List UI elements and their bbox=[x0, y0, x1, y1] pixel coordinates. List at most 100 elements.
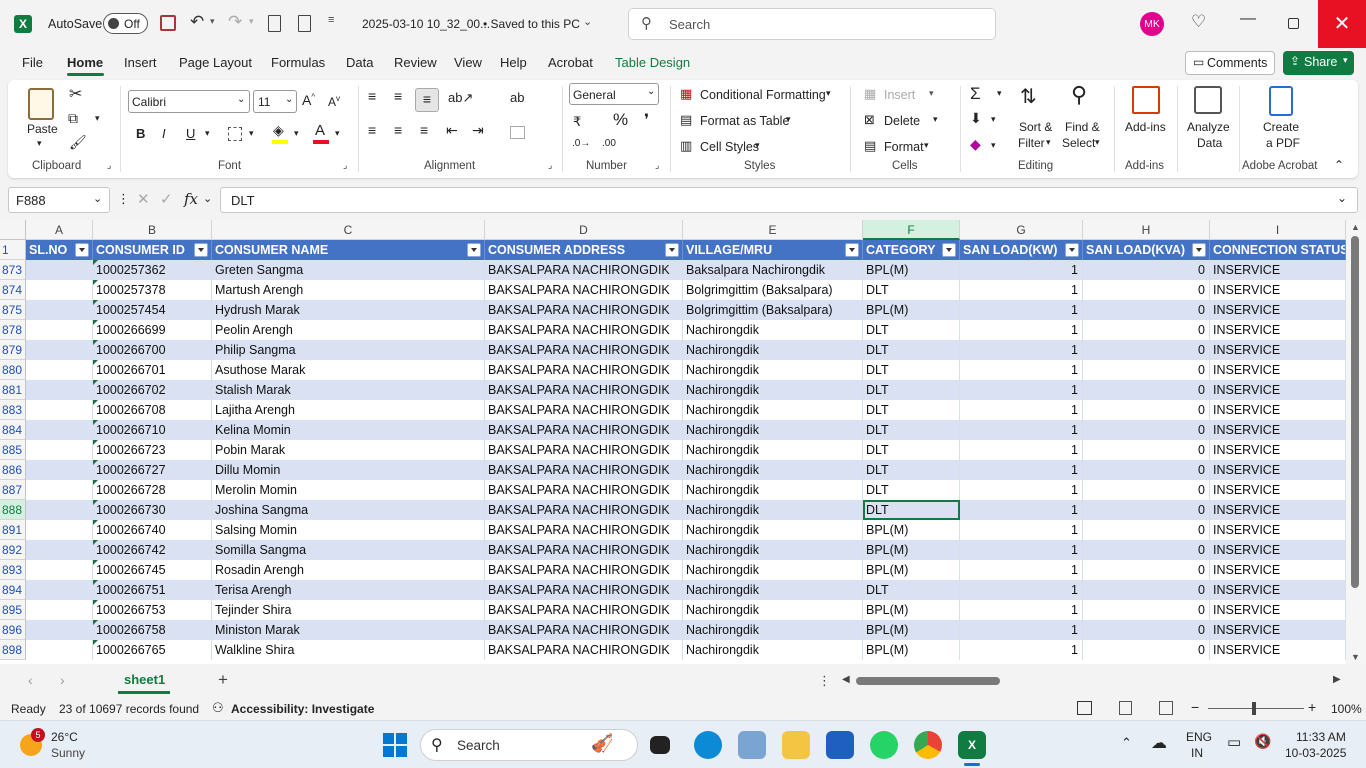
table-cell-name[interactable]: Pobin Marak bbox=[212, 440, 485, 460]
table-cell-name[interactable]: Somilla Sangma bbox=[212, 540, 485, 560]
table-cell-addr[interactable]: BAKSALPARA NACHIRONGDIK bbox=[485, 260, 683, 280]
table-cell-sl[interactable] bbox=[26, 480, 93, 500]
table-cell-addr[interactable]: BAKSALPARA NACHIRONGDIK bbox=[485, 400, 683, 420]
underline-chevron-icon[interactable]: ▾ bbox=[205, 128, 210, 139]
table-cell-kva[interactable]: 0 bbox=[1083, 280, 1210, 300]
table-cell-kw[interactable]: 1 bbox=[960, 380, 1083, 400]
table-cell-id[interactable]: 1000266751 bbox=[93, 580, 212, 600]
accessibility-icon[interactable]: ⚇ bbox=[212, 700, 224, 716]
cell-styles-button[interactable]: Cell Styles bbox=[700, 140, 759, 154]
tab-data[interactable]: Data bbox=[346, 55, 373, 70]
avatar[interactable]: MK bbox=[1140, 12, 1164, 36]
column-header-d[interactable]: D bbox=[485, 220, 683, 240]
table-cell-name[interactable]: Walkline Shira bbox=[212, 640, 485, 660]
table-header-cell[interactable]: VILLAGE/MRU bbox=[683, 240, 863, 260]
table-cell-name[interactable]: Greten Sangma bbox=[212, 260, 485, 280]
task-view-icon[interactable] bbox=[650, 736, 670, 754]
table-cell-status[interactable]: INSERVICE bbox=[1210, 360, 1346, 380]
font-name-select[interactable]: Calibri ⌄ bbox=[128, 90, 250, 113]
whatsapp-icon[interactable] bbox=[870, 731, 898, 759]
orientation-icon[interactable]: ab↗ bbox=[448, 90, 473, 106]
table-cell-name[interactable]: Ministon Marak bbox=[212, 620, 485, 640]
tab-view[interactable]: View bbox=[454, 55, 482, 70]
conditional-formatting-icon[interactable]: ▦ bbox=[680, 86, 692, 102]
table-cell-addr[interactable]: BAKSALPARA NACHIRONGDIK bbox=[485, 460, 683, 480]
column-header-b[interactable]: B bbox=[93, 220, 212, 240]
language-line2[interactable]: IN bbox=[1191, 746, 1203, 760]
weather-desc[interactable]: Sunny bbox=[51, 746, 85, 760]
sort-filter-label-1[interactable]: Sort & bbox=[1019, 120, 1052, 134]
clear-icon[interactable]: ◆ bbox=[970, 136, 981, 153]
page-layout-view-icon[interactable] bbox=[1119, 701, 1132, 715]
row-header[interactable]: 881 bbox=[0, 380, 26, 400]
add-sheet-icon[interactable]: + bbox=[218, 670, 228, 690]
table-cell-cat[interactable]: DLT bbox=[863, 340, 960, 360]
table-cell-kva[interactable]: 0 bbox=[1083, 360, 1210, 380]
table-cell-name[interactable]: Rosadin Arengh bbox=[212, 560, 485, 580]
table-cell-id[interactable]: 1000266745 bbox=[93, 560, 212, 580]
table-cell-village[interactable]: Nachirongdik bbox=[683, 540, 863, 560]
table-cell-kva[interactable]: 0 bbox=[1083, 400, 1210, 420]
table-cell-sl[interactable] bbox=[26, 500, 93, 520]
formula-input[interactable]: DLT ⌄ bbox=[220, 187, 1358, 213]
align-left-icon[interactable]: ≡ bbox=[368, 122, 376, 138]
taskbar-search-box[interactable]: ⚲ Search 🎻 bbox=[420, 729, 638, 761]
table-cell-sl[interactable] bbox=[26, 620, 93, 640]
format-as-table-icon[interactable]: ▤ bbox=[680, 112, 692, 128]
table-cell-kw[interactable]: 1 bbox=[960, 400, 1083, 420]
table-cell-cat[interactable]: BPL(M) bbox=[863, 260, 960, 280]
font-color-icon[interactable]: A bbox=[315, 122, 325, 139]
zoom-out-icon[interactable]: − bbox=[1191, 699, 1199, 715]
row-header[interactable]: 1 bbox=[0, 240, 26, 260]
table-cell-village[interactable]: Bolgrimgittim (Baksalpara) bbox=[683, 300, 863, 320]
table-cell-sl[interactable] bbox=[26, 300, 93, 320]
redo-dropdown-icon[interactable]: ▾ bbox=[249, 16, 254, 27]
align-top-icon[interactable]: ≡ bbox=[368, 88, 376, 104]
sort-filter-label-2[interactable]: Filter bbox=[1018, 136, 1045, 150]
zoom-level[interactable]: 100% bbox=[1331, 702, 1362, 716]
number-format-select[interactable]: General ⌄ bbox=[569, 83, 659, 105]
clock-date[interactable]: 10-03-2025 bbox=[1285, 746, 1346, 760]
cloud-icon[interactable]: ☁ bbox=[1151, 733, 1167, 753]
table-cell-id[interactable]: 1000266699 bbox=[93, 320, 212, 340]
table-cell-kva[interactable]: 0 bbox=[1083, 260, 1210, 280]
filter-dropdown-icon[interactable] bbox=[665, 243, 679, 257]
table-cell-kw[interactable]: 1 bbox=[960, 420, 1083, 440]
table-cell-kva[interactable]: 0 bbox=[1083, 440, 1210, 460]
tab-table-design[interactable]: Table Design bbox=[615, 55, 690, 70]
table-cell-sl[interactable] bbox=[26, 400, 93, 420]
chevron-down-icon[interactable]: ⌄ bbox=[583, 15, 592, 28]
scroll-left-icon[interactable]: ◀ bbox=[842, 674, 850, 685]
table-cell-kva[interactable]: 0 bbox=[1083, 560, 1210, 580]
file-explorer-icon[interactable] bbox=[782, 731, 810, 759]
table-cell-village[interactable]: Nachirongdik bbox=[683, 500, 863, 520]
more-options-icon[interactable]: ⋮ bbox=[117, 191, 130, 207]
conditional-formatting-button[interactable]: Conditional Formatting bbox=[700, 88, 826, 102]
table-cell-status[interactable]: INSERVICE bbox=[1210, 420, 1346, 440]
tab-formulas[interactable]: Formulas bbox=[271, 55, 325, 70]
borders-icon[interactable] bbox=[228, 127, 242, 141]
table-cell-sl[interactable] bbox=[26, 280, 93, 300]
table-cell-name[interactable]: Lajitha Arengh bbox=[212, 400, 485, 420]
table-cell-status[interactable]: INSERVICE bbox=[1210, 560, 1346, 580]
table-cell-kva[interactable]: 0 bbox=[1083, 320, 1210, 340]
sheet-tab-sheet1[interactable]: sheet1 bbox=[124, 672, 165, 687]
table-cell-kva[interactable]: 0 bbox=[1083, 600, 1210, 620]
table-cell-kva[interactable]: 0 bbox=[1083, 520, 1210, 540]
table-cell-name[interactable]: Joshina Sangma bbox=[212, 500, 485, 520]
table-cell-cat[interactable]: BPL(M) bbox=[863, 540, 960, 560]
row-header[interactable]: 891 bbox=[0, 520, 26, 540]
filter-dropdown-icon[interactable] bbox=[1065, 243, 1079, 257]
addins-icon[interactable] bbox=[1132, 86, 1160, 114]
decrease-font-icon[interactable]: Av bbox=[328, 94, 340, 109]
table-cell-sl[interactable] bbox=[26, 380, 93, 400]
table-cell-cat[interactable]: DLT bbox=[863, 280, 960, 300]
spreadsheet-grid[interactable]: ABCDEFGHI 1 SL.NO CONSUMER ID CONSUMER NAME… bbox=[0, 220, 1366, 664]
table-cell-cat[interactable]: DLT bbox=[863, 460, 960, 480]
customize-toolbar-icon[interactable]: ≡ bbox=[328, 14, 334, 26]
table-cell-village[interactable]: Nachirongdik bbox=[683, 320, 863, 340]
close-button[interactable]: ✕ bbox=[1318, 0, 1366, 48]
table-cell-cat[interactable]: BPL(M) bbox=[863, 640, 960, 660]
table-cell-addr[interactable]: BAKSALPARA NACHIRONGDIK bbox=[485, 560, 683, 580]
align-center-icon[interactable]: ≡ bbox=[394, 122, 402, 138]
